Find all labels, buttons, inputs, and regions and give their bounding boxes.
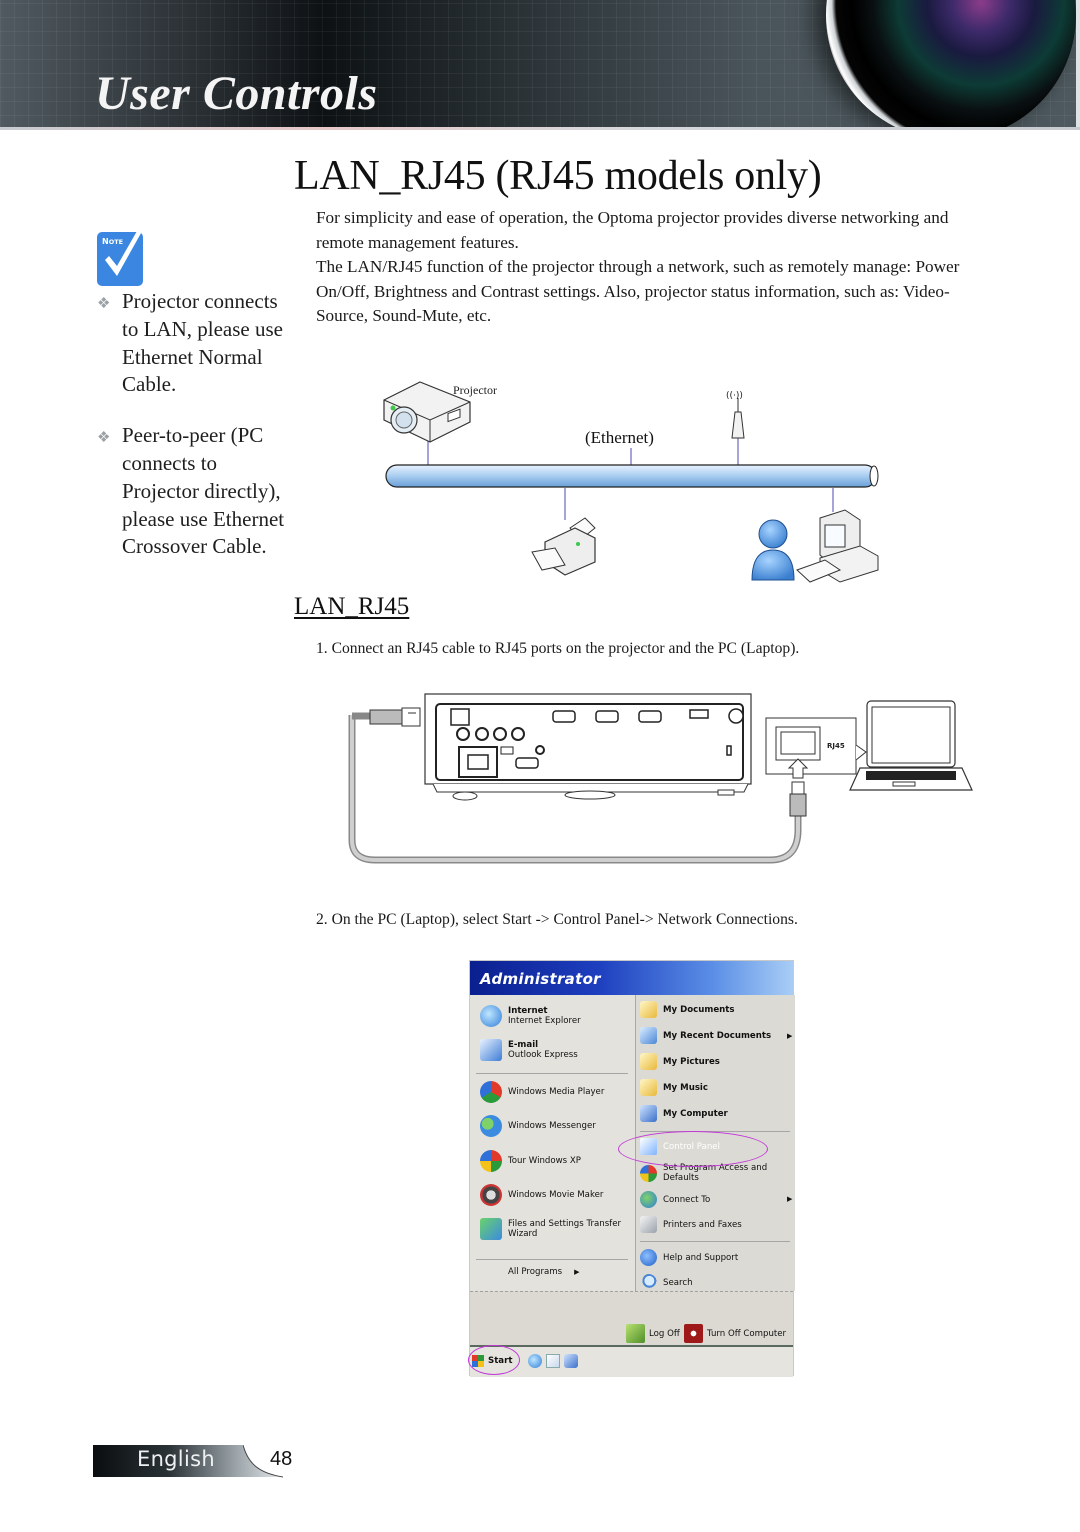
media-player-icon: [480, 1081, 502, 1103]
connect-to-icon: [640, 1191, 657, 1208]
printers-icon: [640, 1216, 657, 1233]
menu-item-media-player[interactable]: Windows Media Player: [480, 1081, 604, 1103]
start-menu-footer: Log Off Turn Off Computer: [470, 1291, 793, 1345]
power-icon: [684, 1324, 703, 1343]
outlook-express-icon: [480, 1039, 502, 1061]
submenu-arrow-icon: ▶: [787, 1032, 793, 1040]
quick-launch-desktop-icon[interactable]: [564, 1354, 578, 1368]
start-menu-header: Administrator: [470, 961, 793, 995]
program-access-icon: [640, 1164, 657, 1182]
start-button-highlight-circle: [468, 1345, 520, 1375]
transfer-wizard-icon: [480, 1218, 502, 1240]
menu-item-printers[interactable]: Printers and Faxes: [640, 1216, 742, 1233]
laptop-icon: [849, 700, 973, 791]
menu-item-help[interactable]: Help and Support: [640, 1249, 738, 1266]
page-number: 48: [270, 1448, 293, 1470]
separator: [476, 1073, 628, 1074]
menu-item-recent-documents[interactable]: My Recent Documents: [640, 1027, 771, 1044]
log-off-icon: [626, 1324, 645, 1343]
movie-maker-icon: [480, 1184, 502, 1206]
diamond-bullet-icon: ❖: [97, 430, 111, 447]
note-list: ❖ Projector connects to LAN, please use …: [97, 288, 287, 584]
ethernet-label: (Ethernet): [585, 428, 654, 447]
printer-icon: [531, 517, 596, 576]
my-computer-icon: [640, 1105, 657, 1122]
rj45-port-label: RJ45: [827, 742, 845, 750]
rj45-plug-left-icon: [369, 707, 421, 727]
step-2: 2. On the PC (Laptop), select Start -> C…: [316, 911, 798, 928]
desktop-pc-icon: [796, 509, 879, 583]
quick-launch-notepad-icon[interactable]: [546, 1354, 560, 1368]
note-checkmark-icon: NOTE: [97, 224, 145, 286]
projector-label: Projector: [453, 383, 497, 397]
intro-paragraph: The LAN/RJ45 function of the projector t…: [316, 257, 960, 326]
intro-text: For simplicity and ease of operation, th…: [316, 206, 986, 329]
all-programs-button[interactable]: All Programs ▶: [508, 1267, 580, 1277]
menu-item-my-documents[interactable]: My Documents: [640, 1001, 735, 1018]
menu-item-transfer-wizard[interactable]: Files and Settings Transfer Wizard: [480, 1218, 628, 1240]
section-heading: LAN_RJ45: [294, 593, 410, 620]
search-icon: [640, 1274, 657, 1291]
svg-text:NOTE: NOTE: [102, 237, 123, 246]
separator: [476, 1259, 628, 1260]
tour-windows-icon: [480, 1150, 502, 1172]
footer-language: English: [137, 1447, 215, 1471]
diamond-bullet-icon: ❖: [97, 296, 111, 312]
submenu-arrow-icon: ▶: [787, 1195, 793, 1203]
ethernet-bus: [385, 464, 879, 488]
internet-explorer-icon: [480, 1005, 502, 1027]
menu-item-messenger[interactable]: Windows Messenger: [480, 1115, 596, 1137]
menu-item-connect-to[interactable]: Connect To: [640, 1191, 710, 1208]
menu-item-tour[interactable]: Tour Windows XP: [480, 1150, 581, 1172]
user-name: Administrator: [480, 970, 601, 988]
menu-item-search[interactable]: Search: [640, 1274, 693, 1291]
quick-launch-ie-icon[interactable]: [528, 1354, 542, 1368]
menu-item-email[interactable]: E-mail Outlook Express: [480, 1039, 578, 1061]
step-1: 1. Connect an RJ45 cable to RJ45 ports o…: [316, 640, 800, 657]
menu-item-internet[interactable]: Internet Internet Explorer: [480, 1005, 581, 1027]
control-panel-highlight-circle: [618, 1131, 768, 1167]
my-music-icon: [640, 1079, 657, 1096]
section-title: User Controls: [95, 67, 378, 120]
log-off-button[interactable]: Log Off: [626, 1324, 680, 1343]
menu-item-my-music[interactable]: My Music: [640, 1079, 708, 1096]
note-item: ❖ Peer-to-peer (PC connects to Projector…: [97, 423, 285, 559]
my-pictures-icon: [640, 1053, 657, 1070]
header-banner: User Controls: [0, 0, 1080, 130]
user-icon: [751, 519, 795, 581]
turn-off-button[interactable]: Turn Off Computer: [684, 1324, 786, 1343]
laptop-rj45-port-callout: RJ45: [765, 717, 867, 779]
my-documents-icon: [640, 1001, 657, 1018]
connection-diagram: RJ45: [348, 693, 973, 864]
wireless-access-point-icon: ((·)): [726, 391, 745, 439]
menu-item-my-pictures[interactable]: My Pictures: [640, 1053, 720, 1070]
menu-item-movie-maker[interactable]: Windows Movie Maker: [480, 1184, 603, 1206]
help-icon: [640, 1249, 657, 1266]
projector-rear-panel: [424, 693, 752, 801]
messenger-icon: [480, 1115, 502, 1137]
start-menu-left-pane: Internet Internet Explorer E-mail Outlook …: [470, 995, 636, 1291]
start-menu-screenshot: Administrator Internet Internet Explorer …: [468, 960, 795, 1377]
recent-documents-icon: [640, 1027, 657, 1044]
menu-item-my-computer[interactable]: My Computer: [640, 1105, 728, 1122]
banner-edge: [1076, 0, 1080, 130]
projector-lens-image: [826, 0, 1076, 130]
note-item: ❖ Projector connects to LAN, please use …: [97, 289, 283, 397]
svg-text:((·)): ((·)): [726, 391, 743, 401]
rj45-plug-right-icon: [789, 781, 807, 817]
arrow-right-icon: ▶: [574, 1268, 580, 1276]
network-diagram: Projector ((·)) (Ethernet): [383, 381, 879, 583]
intro-paragraph: For simplicity and ease of operation, th…: [316, 208, 949, 252]
separator: [640, 1241, 790, 1242]
page-title: LAN_RJ45 (RJ45 models only): [294, 153, 822, 199]
